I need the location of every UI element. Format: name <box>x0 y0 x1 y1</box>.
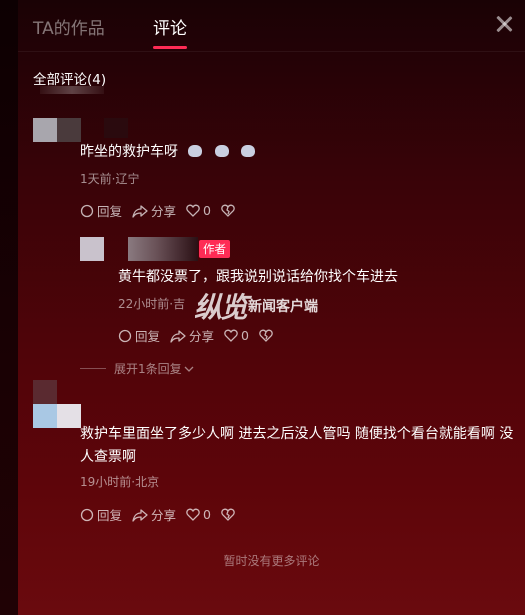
cat-emoji-icon <box>188 145 203 157</box>
expand-replies-button[interactable]: 展开1条回复 <box>80 360 194 377</box>
broken-heart-icon <box>259 329 273 342</box>
username-blurred[interactable] <box>128 237 198 261</box>
heart-icon <box>186 508 200 521</box>
comment-actions: 回复 分享 0 <box>80 505 248 524</box>
cat-emoji-icon <box>241 145 256 157</box>
like-button[interactable]: 0 <box>186 507 211 522</box>
share-icon <box>132 508 148 522</box>
reply-meta: 22小时前·吉 <box>118 297 186 311</box>
reply-icon <box>118 329 132 342</box>
watermark-text: 新闻客户端 <box>248 299 319 315</box>
close-icon[interactable] <box>493 13 515 35</box>
active-tab-indicator <box>153 46 187 49</box>
cat-emoji-icon <box>214 145 229 157</box>
reply-button[interactable]: 回复 <box>80 505 122 524</box>
divider <box>80 368 106 369</box>
watermark-logo: 纵览 <box>194 291 248 324</box>
share-button[interactable]: 分享 <box>170 326 214 345</box>
dislike-button[interactable] <box>221 508 238 521</box>
comment-actions: 回复 分享 0 <box>80 201 248 220</box>
username-blurred[interactable] <box>104 118 128 138</box>
background-strip <box>0 0 18 615</box>
share-icon <box>170 329 186 343</box>
like-button[interactable]: 0 <box>186 203 211 218</box>
comment-text: 昨坐的救护车呀 <box>80 141 256 164</box>
comment-meta: 1天前·辽宁 <box>80 172 140 186</box>
share-icon <box>132 204 148 218</box>
author-badge: 作者 <box>199 240 230 258</box>
share-button[interactable]: 分享 <box>132 505 176 524</box>
tab-bar: TA的作品 评论 <box>18 0 525 52</box>
like-count: 0 <box>241 328 249 343</box>
like-count: 0 <box>203 203 211 218</box>
reply-icon <box>80 508 94 521</box>
reply-button[interactable]: 回复 <box>118 326 160 345</box>
share-button[interactable]: 分享 <box>132 201 176 220</box>
tab-comments[interactable]: 评论 <box>153 14 187 39</box>
reply-actions: 回复 分享 0 <box>118 326 286 345</box>
comment-text: 救护车里面坐了多少人啊 进去之后没人管吗 随便找个看台就能看啊 没人查票啊 <box>80 426 514 465</box>
reply-button[interactable]: 回复 <box>80 201 122 220</box>
avatar[interactable] <box>80 237 104 261</box>
comments-panel: TA的作品 评论 全部评论(4) 昨坐的救护车呀 1天前·辽宁 回复 分享 0 … <box>18 0 525 615</box>
reply-icon <box>80 204 94 217</box>
comment-count-title: 全部评论(4) <box>33 72 107 88</box>
chevron-down-icon <box>184 366 194 372</box>
heart-icon <box>186 204 200 217</box>
like-count: 0 <box>203 507 211 522</box>
avatar[interactable] <box>33 380 81 428</box>
no-more-comments: 暂时没有更多评论 <box>223 554 320 568</box>
avatar[interactable] <box>33 118 81 142</box>
heart-icon <box>224 329 238 342</box>
comment-meta: 19小时前·北京 <box>80 475 160 489</box>
dislike-button[interactable] <box>221 204 238 217</box>
dislike-button[interactable] <box>259 329 276 342</box>
like-button[interactable]: 0 <box>224 328 249 343</box>
news-watermark: 纵览 新闻客户端 <box>194 286 318 326</box>
blurred-strip <box>40 86 104 94</box>
broken-heart-icon <box>221 204 235 217</box>
tab-works[interactable]: TA的作品 <box>33 14 105 39</box>
broken-heart-icon <box>221 508 235 521</box>
